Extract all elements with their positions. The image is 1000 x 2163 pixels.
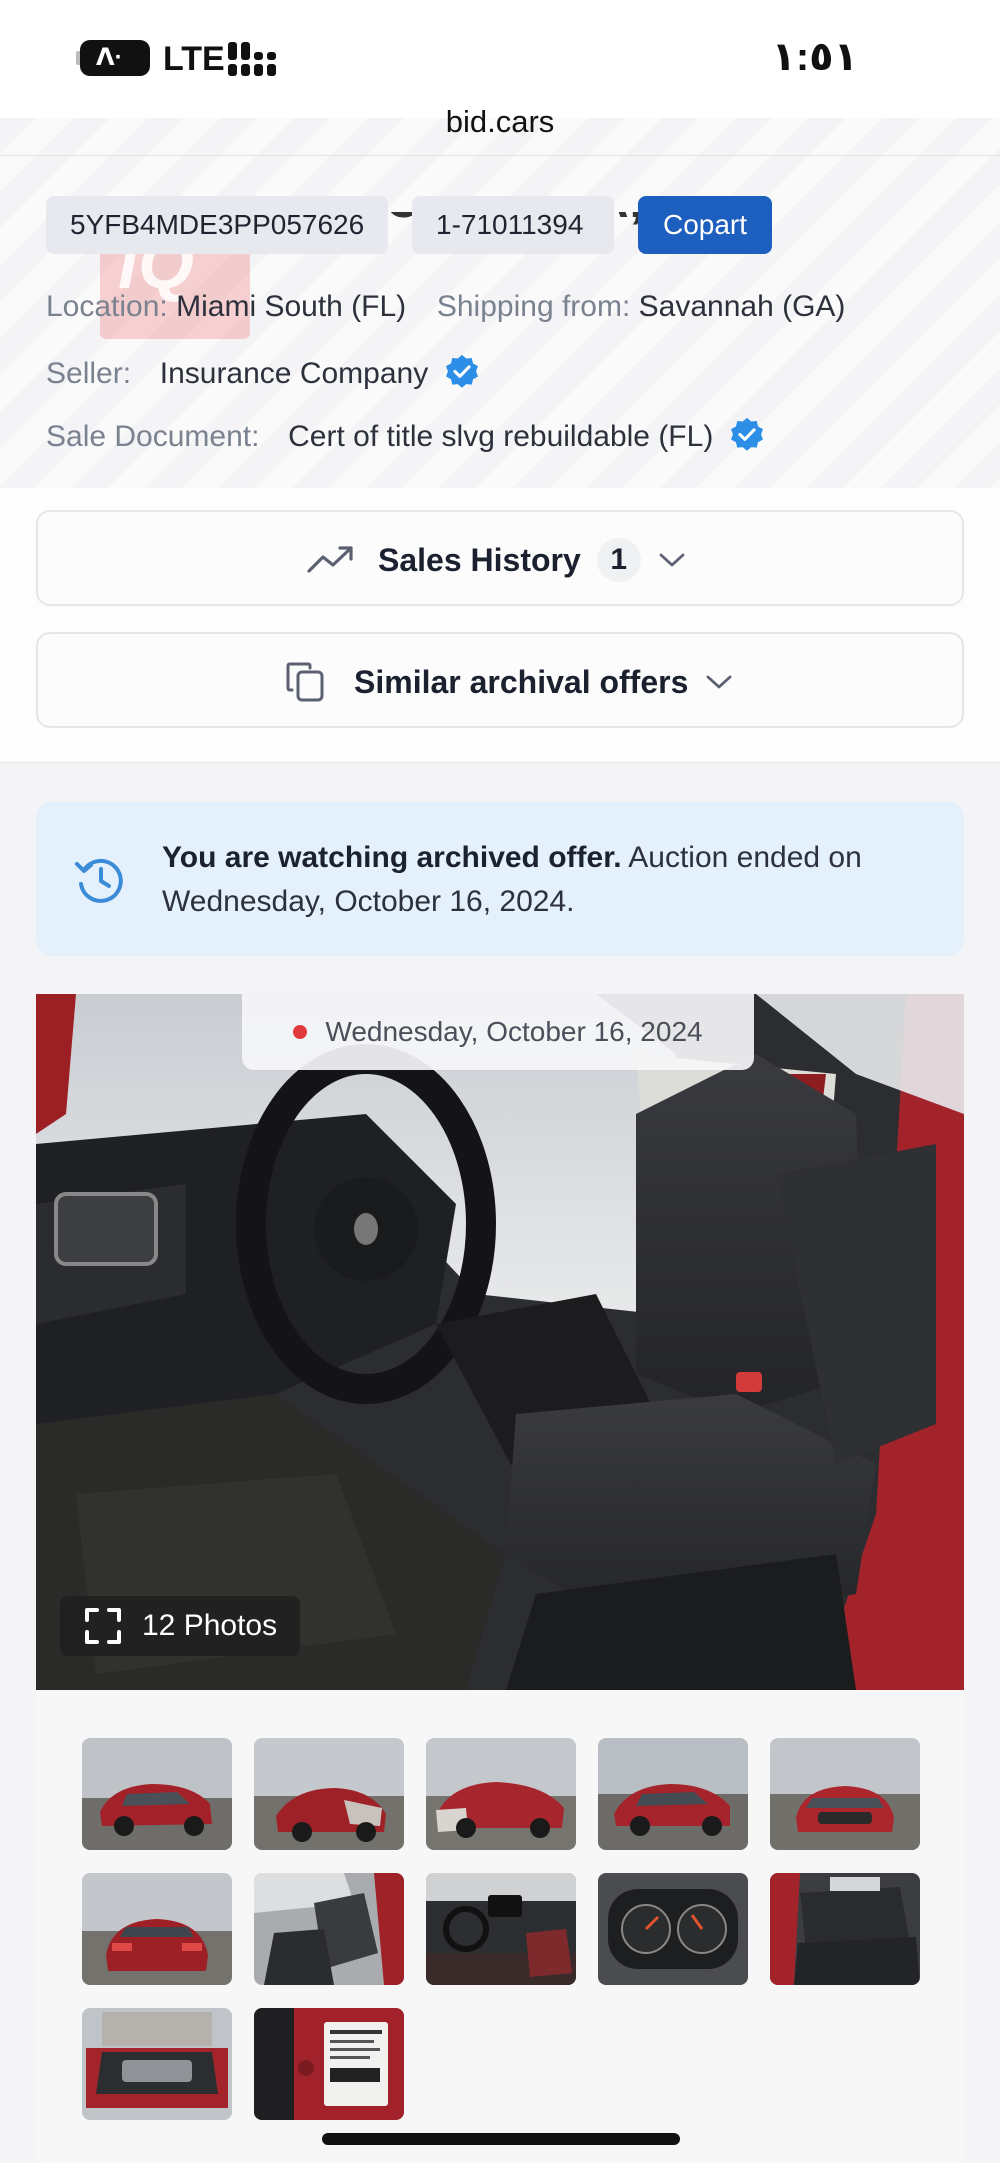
history-icon	[75, 858, 123, 903]
lot-number-chip[interactable]: 1-71011394	[412, 196, 614, 254]
thumbnail-rear-exterior[interactable]	[82, 1873, 232, 1985]
thumbnail-side-damage-exterior[interactable]	[254, 1738, 404, 1850]
photos-count-label: 12 Photos	[142, 1609, 278, 1642]
sales-history-accordion[interactable]: Sales History 1	[36, 510, 964, 606]
photos-count-button[interactable]: 12 Photos	[60, 1596, 300, 1656]
similar-offers-accordion[interactable]: Similar archival offers	[36, 632, 964, 728]
thumbnail-door-label-sticker[interactable]	[254, 2008, 404, 2120]
thumbnail-front-exterior[interactable]	[770, 1738, 920, 1850]
expand-icon	[85, 1608, 121, 1644]
sale-document-value: Cert of title slvg rebuildable (FL)	[288, 420, 714, 453]
status-dot	[293, 1025, 308, 1039]
similar-offers-title: Similar archival offers	[354, 664, 689, 700]
signal-icon	[228, 42, 284, 76]
location-row: Location: Miami South (FL) Shipping from…	[46, 290, 845, 324]
seller-label: Seller:	[46, 357, 132, 390]
thumbnail-rear-seats-interior[interactable]	[770, 1873, 920, 1985]
location-value: Miami South (FL)	[176, 290, 407, 323]
url-bar[interactable]: bid.cars	[0, 104, 1000, 140]
lot-header: 2023 TOYOTA COROLLA, LE iQ 5YFB4MDE3PP05…	[0, 118, 1000, 488]
auction-date-pill: Wednesday, October 16, 2024	[242, 994, 754, 1070]
network-type: LTE	[163, 40, 225, 78]
verified-badge-icon	[730, 417, 763, 451]
sale-document-label: Sale Document:	[46, 420, 260, 453]
thumbnail-dashboard-interior[interactable]	[426, 1873, 576, 1985]
chevron-down-icon	[659, 553, 685, 567]
thumbnail-instrument-cluster[interactable]	[598, 1873, 748, 1985]
thumbnail-grid	[36, 1690, 964, 2163]
home-indicator	[322, 2133, 680, 2145]
thumbnail-front-left-exterior-2[interactable]	[598, 1738, 748, 1850]
clock: ١:٥١	[771, 35, 858, 79]
seller-row: Seller: Insurance Company	[46, 353, 481, 391]
sales-history-title: Sales History	[378, 542, 581, 578]
thumbnail-engine-bay[interactable]	[82, 2008, 232, 2120]
sales-history-count: 1	[596, 538, 641, 582]
auction-date: Wednesday, October 16, 2024	[325, 1016, 703, 1047]
battery-icon: ᐱ·	[76, 40, 150, 76]
archived-notice-text: You are watching archived offer. Auction…	[162, 836, 922, 924]
thumbnail-front-left-exterior[interactable]	[82, 1738, 232, 1850]
sale-document-row: Sale Document: Cert of title slvg rebuil…	[46, 416, 766, 454]
trending-up-icon	[307, 546, 353, 573]
thumbnail-front-seats-interior[interactable]	[254, 1873, 404, 1985]
vin-chip[interactable]: 5YFB4MDE3PP057626	[46, 196, 388, 254]
auction-button[interactable]: Copart	[638, 196, 772, 254]
location-label: Location:	[46, 290, 168, 323]
shipping-label: Shipping from:	[436, 290, 631, 323]
thumbnail-rear-quarter-exterior[interactable]	[426, 1738, 576, 1850]
seller-value: Insurance Company	[159, 357, 429, 390]
shipping-value: Savannah (GA)	[638, 290, 846, 323]
verified-badge-icon	[445, 354, 478, 388]
status-bar: ᐱ· LTE ١:٥١ bid.cars	[0, 0, 1000, 139]
car-interior-photo	[36, 994, 964, 1690]
copy-icon	[286, 662, 324, 702]
chevron-down-icon	[706, 675, 732, 689]
archived-notice: You are watching archived offer. Auction…	[36, 802, 964, 956]
main-photo[interactable]: Wednesday, October 16, 2024 12 Photos	[36, 994, 964, 1690]
archived-notice-bold: You are watching archived offer.	[162, 841, 622, 874]
